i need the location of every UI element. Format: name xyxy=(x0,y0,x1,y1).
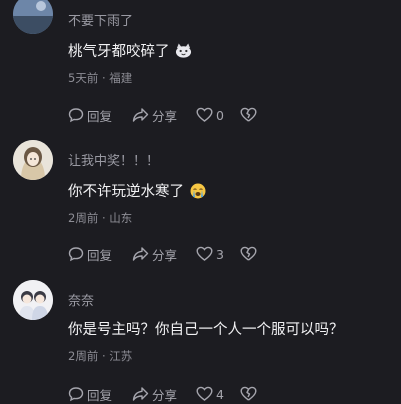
dislike-button[interactable] xyxy=(240,107,257,123)
comment-actions: 回复 分享 0 xyxy=(68,105,257,125)
share-button[interactable]: 分享 xyxy=(132,106,196,125)
cat-face-icon xyxy=(175,42,192,59)
comment-text: 你不许玩逆水寒了 xyxy=(68,180,206,201)
comment-time: 5天前 xyxy=(68,71,99,85)
comment-bubble-icon xyxy=(68,247,84,262)
like-button[interactable]: 0 xyxy=(196,107,240,123)
heart-icon xyxy=(196,386,213,401)
crying-face-icon xyxy=(189,182,206,199)
share-label: 分享 xyxy=(152,108,178,124)
like-count: 0 xyxy=(216,107,224,123)
reply-label: 回复 xyxy=(87,247,113,263)
comment-username[interactable]: 让我中奖！！！ xyxy=(68,150,159,169)
share-arrow-icon xyxy=(132,108,149,122)
comment-actions: 回复 分享 3 xyxy=(68,244,257,264)
comment-time: 2周前 xyxy=(68,211,99,225)
comment-location: 福建 xyxy=(109,71,133,85)
comment-text: 桃气牙都咬碎了 xyxy=(68,40,192,61)
like-count: 3 xyxy=(216,246,224,262)
dislike-button[interactable] xyxy=(240,386,257,402)
comment-username[interactable]: 奈奈 xyxy=(68,290,94,309)
comment-username[interactable]: 不要下雨了 xyxy=(68,10,133,29)
like-button[interactable]: 3 xyxy=(196,246,240,262)
share-label: 分享 xyxy=(152,247,178,263)
meta-separator: · xyxy=(101,71,106,85)
comment-text-body: 你不许玩逆水寒了 xyxy=(68,184,184,200)
reply-button[interactable]: 回复 xyxy=(68,245,132,264)
user-avatar[interactable] xyxy=(13,0,53,34)
user-avatar[interactable] xyxy=(13,140,53,180)
broken-heart-icon xyxy=(240,107,257,122)
heart-icon xyxy=(196,246,213,261)
comment-bubble-icon xyxy=(68,387,84,402)
like-count: 4 xyxy=(216,386,224,402)
user-avatar[interactable] xyxy=(13,280,53,320)
reply-label: 回复 xyxy=(87,108,113,124)
comment-time: 2周前 xyxy=(68,349,99,363)
share-button[interactable]: 分享 xyxy=(132,245,196,264)
comment-location: 江苏 xyxy=(109,349,133,363)
comment-text-body: 你是号主吗？你自己一个人一个服可以吗？ xyxy=(68,322,344,338)
broken-heart-icon xyxy=(240,386,257,401)
broken-heart-icon xyxy=(240,246,257,261)
comment-meta: 2周前 · 江苏 xyxy=(68,348,132,364)
comment-text-body: 桃气牙都咬碎了 xyxy=(68,44,170,60)
meta-separator: · xyxy=(101,211,106,225)
comment-text: 你是号主吗？你自己一个人一个服可以吗？ xyxy=(68,318,344,339)
heart-icon xyxy=(196,107,213,122)
share-arrow-icon xyxy=(132,247,149,261)
meta-separator: · xyxy=(101,349,106,363)
dislike-button[interactable] xyxy=(240,246,257,262)
share-arrow-icon xyxy=(132,387,149,401)
reply-button[interactable]: 回复 xyxy=(68,106,132,125)
comment-actions: 回复 分享 4 xyxy=(68,384,257,404)
comment-meta: 2周前 · 山东 xyxy=(68,210,132,226)
comment-bubble-icon xyxy=(68,108,84,123)
like-button[interactable]: 4 xyxy=(196,386,240,402)
comment-location: 山东 xyxy=(109,211,133,225)
comment-meta: 5天前 · 福建 xyxy=(68,70,132,86)
